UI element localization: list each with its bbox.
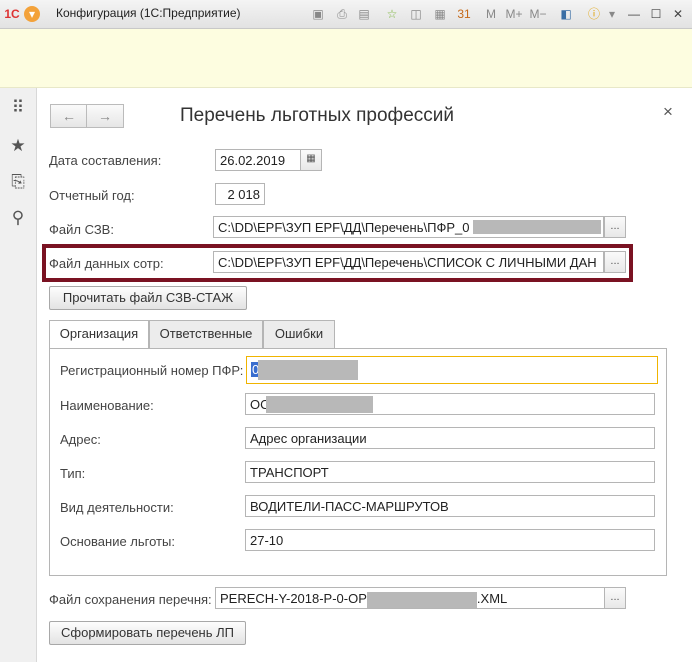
sections-grid-icon[interactable]: ⠿ (8, 98, 28, 118)
save-file-label: Файл сохранения перечня: (49, 592, 212, 607)
redaction-mark (366, 591, 477, 608)
nav-forward-button[interactable]: → (86, 104, 124, 128)
staff-file-label: Файл данных сотр: (49, 256, 164, 271)
tab-organization[interactable]: Организация (49, 320, 149, 349)
calendar-icon[interactable]: 31 (456, 6, 472, 22)
tab-errors[interactable]: Ошибки (263, 320, 335, 348)
minimize-icon[interactable]: — (626, 6, 642, 22)
redaction-mark (473, 220, 601, 234)
date-label: Дата составления: (49, 153, 162, 168)
memory-minus-icon[interactable]: M− (528, 6, 548, 22)
address-field[interactable]: Адрес организации (245, 427, 655, 449)
form-window: ← → Перечень льготных профессий × Дата с… (37, 88, 692, 662)
search-icon[interactable]: ⚲ (8, 208, 28, 228)
tab-responsible[interactable]: Ответственные (149, 320, 263, 348)
menu-icon[interactable]: ▾ (24, 6, 40, 22)
sections-sidebar: ⠿ ★ ⎘ ⚲ (0, 88, 37, 662)
window-close-icon[interactable]: ✕ (670, 6, 686, 22)
szv-file-pick-button[interactable]: ... (604, 216, 626, 238)
staff-file-field[interactable]: C:\DD\ЕРF\ЗУП ЕРF\ДД\Перечень\СПИСОК С Л… (213, 251, 604, 273)
info-dropdown-icon[interactable]: ▾ (604, 6, 620, 22)
favorite-icon[interactable]: ☆ (384, 6, 400, 22)
year-field[interactable]: 2 018 (215, 183, 265, 205)
basis-label: Основание льготы: (60, 534, 175, 549)
window-titlebar: 1C ▾ Конфигурация (1С:Предприятие) ▣ ⎙ ▤… (0, 0, 692, 29)
generate-list-button[interactable]: Сформировать перечень ЛП (49, 621, 246, 645)
print-icon[interactable]: ⎙ (334, 6, 350, 22)
preview-icon[interactable]: ▤ (356, 6, 372, 22)
basis-field[interactable]: 27-10 (245, 529, 655, 551)
nav-back-button[interactable]: ← (50, 104, 88, 128)
save-file-pick-button[interactable]: ... (604, 587, 626, 609)
save-file-suffix: .XML (476, 591, 508, 606)
name-label: Наименование: (60, 398, 154, 413)
save-file-prefix: PERECH-Y-2018-P-0-ОР (220, 591, 367, 606)
type-label: Тип: (60, 466, 86, 481)
staff-file-pick-button[interactable]: ... (604, 251, 626, 273)
redaction-mark (258, 360, 358, 380)
save-icon[interactable]: ▣ (310, 6, 326, 22)
redaction-mark (266, 396, 373, 413)
activity-label: Вид деятельности: (60, 500, 174, 515)
history-icon[interactable]: ◫ (408, 6, 424, 22)
read-szv-button[interactable]: Прочитать файл СЗВ-СТАЖ (49, 286, 247, 310)
maximize-icon[interactable]: ☐ (648, 6, 664, 22)
memory-m-icon[interactable]: M (484, 6, 498, 22)
szv-file-label: Файл СЗВ: (49, 222, 114, 237)
save-file-field[interactable]: PERECH-Y-2018-P-0-ОР .XML (215, 587, 605, 609)
activity-field[interactable]: ВОДИТЕЛИ-ПАСС-МАРШРУТОВ (245, 495, 655, 517)
info-panel (0, 29, 692, 88)
date-field[interactable]: 26.02.2019 (215, 149, 301, 171)
type-field[interactable]: ТРАНСПОРТ (245, 461, 655, 483)
reg-number-label: Регистрационный номер ПФР: (60, 363, 244, 378)
1c-logo-icon[interactable]: 1C (4, 6, 20, 22)
close-form-icon[interactable]: × (663, 102, 673, 122)
favorites-star-icon[interactable]: ★ (8, 136, 28, 156)
memory-plus-icon[interactable]: M+ (504, 6, 524, 22)
calendar-pick-icon[interactable]: ▦ (300, 149, 322, 171)
form-title: Перечень льготных профессий (180, 105, 454, 126)
calculator-icon[interactable]: ▦ (432, 6, 448, 22)
window-title: Конфигурация (1С:Предприятие) (56, 6, 241, 20)
year-label: Отчетный год: (49, 188, 135, 203)
panel-icon[interactable]: ◧ (558, 6, 574, 22)
address-label: Адрес: (60, 432, 101, 447)
info-icon[interactable]: ⓘ (586, 6, 602, 22)
history-icon[interactable]: ⎘ (8, 172, 28, 192)
